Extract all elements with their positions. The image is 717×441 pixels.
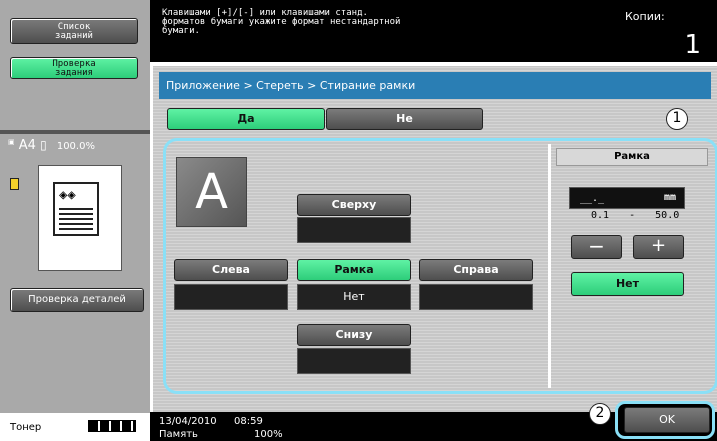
thumb-lines bbox=[59, 208, 93, 230]
minus-button[interactable]: − bbox=[571, 235, 622, 259]
paper-size: A4 bbox=[18, 138, 36, 153]
yes-button[interactable]: Да bbox=[167, 108, 325, 130]
frame-none-button[interactable]: Нет bbox=[571, 272, 684, 296]
preview-letter-tile: A bbox=[176, 157, 247, 227]
copies-value: 1 bbox=[684, 30, 701, 60]
job-check-button[interactable]: Проверка задания bbox=[10, 57, 138, 79]
zoom-value: 100.0% bbox=[56, 141, 95, 152]
instruction-message: Клавишами [+]/[-] или клавишами станд. ф… bbox=[162, 8, 401, 36]
frame-erase-button[interactable]: Рамка bbox=[297, 259, 411, 281]
bottom-erase-value bbox=[297, 348, 411, 374]
paper-info: ▣ A4 ▯ 100.0% bbox=[8, 138, 148, 154]
frame-panel-title: Рамка bbox=[556, 148, 708, 166]
top-erase-value bbox=[297, 217, 411, 243]
top-erase-button[interactable]: Сверху bbox=[297, 194, 411, 216]
range-max: 50.0 bbox=[655, 210, 680, 221]
copy-mode-icon bbox=[10, 178, 19, 190]
left-erase-value bbox=[174, 284, 288, 310]
job-list-button[interactable]: Список заданий bbox=[10, 18, 138, 44]
toner-gauge bbox=[88, 420, 136, 432]
frame-panel-divider bbox=[548, 144, 551, 388]
status-date: 13/04/2010 bbox=[159, 416, 217, 427]
memory-value: 100% bbox=[254, 429, 283, 440]
toner-area: Тонер bbox=[0, 413, 150, 441]
frame-erase-value: Нет bbox=[297, 284, 411, 310]
frame-unit: mm bbox=[663, 192, 676, 203]
preview-separator bbox=[0, 130, 150, 134]
right-erase-button[interactable]: Справа bbox=[419, 259, 533, 281]
bottom-erase-button[interactable]: Снизу bbox=[297, 324, 411, 346]
memory-label: Память bbox=[159, 429, 198, 440]
message-bar: Клавишами [+]/[-] или клавишами станд. ф… bbox=[150, 0, 717, 62]
check-details-button[interactable]: Проверка деталей bbox=[10, 288, 144, 312]
range-min: 0.1 bbox=[591, 210, 610, 221]
frame-value-placeholder: __._ bbox=[580, 193, 605, 204]
toner-label: Тонер bbox=[10, 422, 42, 433]
left-erase-button[interactable]: Слева bbox=[174, 259, 288, 281]
left-sidebar: Список заданий Проверка задания ▣ A4 ▯ 1… bbox=[0, 0, 150, 441]
range-dash: - bbox=[629, 210, 636, 221]
status-time: 08:59 bbox=[234, 416, 263, 427]
frame-range: 0.1 - 50.0 bbox=[591, 210, 701, 221]
document-thumbnail: ◈◈ bbox=[53, 182, 99, 236]
thumb-dots: ◈◈ bbox=[59, 187, 76, 203]
callout-2: 2 bbox=[589, 403, 611, 425]
plus-button[interactable]: + bbox=[633, 235, 684, 259]
paper-orientation-icon: ▯ bbox=[40, 138, 47, 152]
tray-icon: ▣ bbox=[8, 138, 15, 146]
right-erase-value bbox=[419, 284, 533, 310]
document-preview: ◈◈ bbox=[38, 165, 122, 271]
ok-button[interactable]: OK bbox=[624, 407, 710, 433]
breadcrumb: Приложение > Стереть > Стирание рамки bbox=[159, 72, 711, 99]
no-button[interactable]: Не bbox=[326, 108, 483, 130]
copies-label: Копии: bbox=[625, 10, 665, 23]
frame-value-display[interactable]: __._ mm bbox=[569, 187, 685, 209]
callout-1: 1 bbox=[666, 108, 688, 130]
